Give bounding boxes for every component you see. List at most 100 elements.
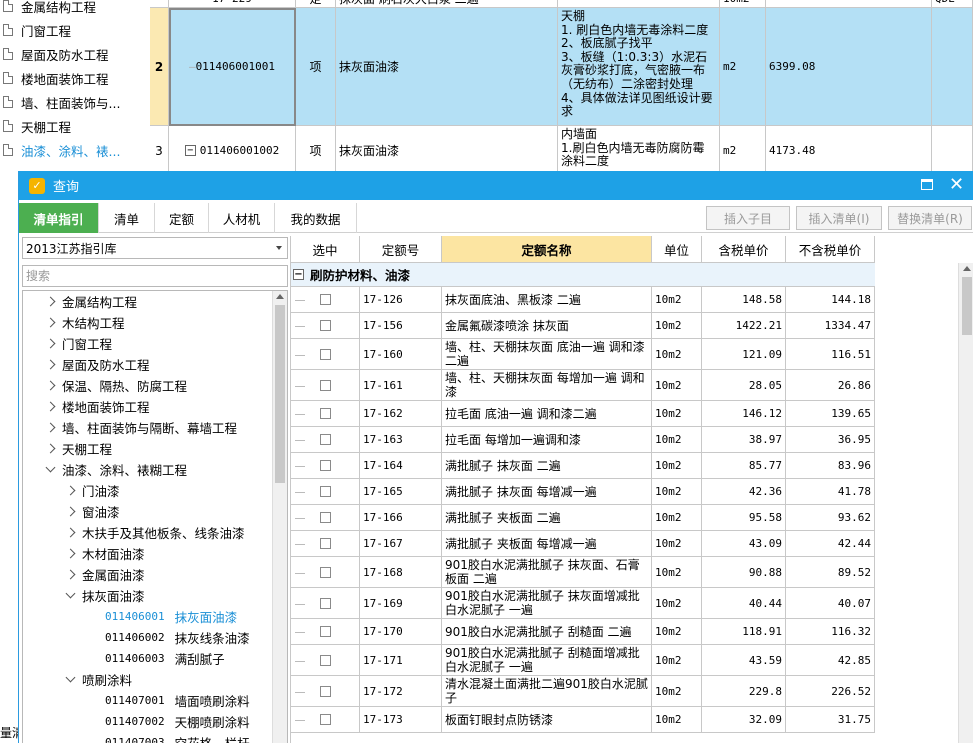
tab-labor-material[interactable]: 人材机 (209, 203, 275, 233)
row-name[interactable]: 金属氟碳漆喷涂 抹灰面 (442, 313, 652, 339)
tree-node[interactable]: 保温、隔热、防腐工程 (45, 375, 187, 396)
row-checkbox-cell[interactable] (291, 645, 360, 676)
row-checkbox-cell[interactable] (291, 287, 360, 313)
chevron-right-icon[interactable] (45, 338, 56, 349)
chevron-down-icon[interactable] (65, 588, 76, 599)
tab-quota[interactable]: 定额 (155, 203, 209, 233)
row-checkbox-cell[interactable] (291, 676, 360, 707)
col-header-select[interactable]: 选中 (291, 236, 360, 263)
replace-list-button[interactable]: 替换清单(R) (888, 206, 972, 230)
row-unit[interactable]: 10m2 (652, 557, 702, 588)
row-checkbox[interactable] (319, 654, 331, 666)
chevron-right-icon[interactable] (65, 569, 76, 580)
tree-node[interactable]: 墙、柱面装饰与隔断、幕墙工程 (45, 417, 237, 438)
row-name[interactable]: 901胶白水泥满批腻子 刮糙面增减批白水泥腻子 一遍 (442, 645, 652, 676)
row-unit[interactable]: 10m2 (652, 287, 702, 313)
bg-row-description[interactable]: 天棚 1. 刷白色内墙无毒涂料二度 2、板底腻子找平 3、板缝（1:0.3:3）… (558, 8, 720, 126)
tree-node[interactable]: 楼地面装饰工程 (45, 396, 150, 417)
row-tax-price[interactable]: 121.09 (702, 339, 786, 370)
row-name[interactable]: 墙、柱、天棚抹灰面 每增加一遍 调和漆 (442, 370, 652, 401)
row-code[interactable]: 17-166 (360, 505, 442, 531)
bg-row-kind[interactable]: 定 (296, 0, 336, 8)
row-notax-price[interactable]: 31.75 (786, 707, 875, 733)
row-checkbox-cell[interactable] (291, 479, 360, 505)
bg-row-kind[interactable]: 项 (296, 8, 336, 126)
row-tax-price[interactable]: 40.44 (702, 588, 786, 619)
row-notax-price[interactable]: 40.07 (786, 588, 875, 619)
bg-row-code[interactable]: 17-229 (169, 0, 296, 8)
row-tax-price[interactable]: 95.58 (702, 505, 786, 531)
tree-node[interactable]: 011407003 空花格、栏杆... (105, 732, 262, 743)
chevron-right-icon[interactable] (65, 548, 76, 559)
bg-row-name[interactable]: 抹灰面 刷石灰大白浆 二遍 (336, 0, 558, 8)
bg-row-num[interactable] (150, 0, 169, 8)
main-tree-item[interactable]: 油漆、涂料、裱... (0, 138, 150, 162)
chevron-right-icon[interactable] (45, 422, 56, 433)
chevron-right-icon[interactable] (45, 296, 56, 307)
row-notax-price[interactable]: 83.96 (786, 453, 875, 479)
tree-node[interactable]: 油漆、涂料、裱糊工程 (45, 459, 187, 480)
tree-node[interactable]: 011406001 抹灰面油漆 (105, 606, 237, 627)
row-notax-price[interactable]: 144.18 (786, 287, 875, 313)
row-checkbox[interactable] (319, 320, 331, 331)
tree-node[interactable]: 011407002 天棚喷刷涂料 (105, 711, 250, 732)
row-checkbox-cell[interactable] (291, 401, 360, 427)
row-checkbox[interactable] (319, 597, 331, 609)
row-name[interactable]: 满批腻子 夹板面 每增减一遍 (442, 531, 652, 557)
row-unit[interactable]: 10m2 (652, 645, 702, 676)
chevron-right-icon[interactable] (45, 380, 56, 391)
bg-row-extra[interactable] (932, 8, 973, 126)
row-checkbox[interactable] (319, 348, 331, 360)
row-unit[interactable]: 10m2 (652, 479, 702, 505)
row-notax-price[interactable]: 139.65 (786, 401, 875, 427)
main-tree-item[interactable]: 楼地面装饰工程 (0, 66, 150, 90)
row-unit[interactable]: 10m2 (652, 453, 702, 479)
row-name[interactable]: 满批腻子 夹板面 二遍 (442, 505, 652, 531)
row-notax-price[interactable]: 42.44 (786, 531, 875, 557)
row-code[interactable]: 17-172 (360, 676, 442, 707)
bg-row-extra[interactable] (932, 126, 973, 176)
collapse-icon[interactable]: − (293, 269, 304, 280)
tree-node[interactable]: 011407001 墙面喷刷涂料 (105, 690, 250, 711)
scroll-up-arrow-icon[interactable] (276, 294, 284, 299)
insert-list-button[interactable]: 插入清单(I) (796, 206, 882, 230)
main-tree-item[interactable]: 金属结构工程 (0, 0, 150, 18)
row-name[interactable]: 拉毛面 每增加一遍调和漆 (442, 427, 652, 453)
row-notax-price[interactable]: 116.32 (786, 619, 875, 645)
chevron-right-icon[interactable] (45, 317, 56, 328)
row-unit[interactable]: 10m2 (652, 313, 702, 339)
row-code[interactable]: 17-160 (360, 339, 442, 370)
tree-node[interactable]: 木结构工程 (45, 312, 125, 333)
maximize-icon[interactable] (921, 179, 933, 190)
row-checkbox-cell[interactable] (291, 505, 360, 531)
row-name[interactable]: 板面钉眼封点防锈漆 (442, 707, 652, 733)
chevron-down-icon[interactable] (45, 462, 56, 473)
row-notax-price[interactable]: 36.95 (786, 427, 875, 453)
tree-node[interactable]: 金属结构工程 (45, 291, 137, 312)
row-notax-price[interactable]: 89.52 (786, 557, 875, 588)
bg-row-description[interactable]: 内墙面 1.刷白色内墙无毒防腐防霉涂料二度 (558, 126, 720, 176)
row-name[interactable]: 满批腻子 抹灰面 每增减一遍 (442, 479, 652, 505)
bg-row-code[interactable]: −011406001002 (169, 126, 296, 176)
bg-row-name[interactable]: 抹灰面油漆 (336, 8, 558, 126)
insert-child-button[interactable]: 插入子目 (706, 206, 790, 230)
row-checkbox[interactable] (319, 486, 331, 497)
chevron-right-icon[interactable] (45, 443, 56, 454)
row-tax-price[interactable]: 1422.21 (702, 313, 786, 339)
row-checkbox-cell[interactable] (291, 339, 360, 370)
row-code[interactable]: 17-163 (360, 427, 442, 453)
row-unit[interactable]: 10m2 (652, 401, 702, 427)
bg-row-unit[interactable]: 10m2 (720, 0, 766, 8)
chevron-right-icon[interactable] (45, 401, 56, 412)
group-row[interactable]: − 刷防护材料、油漆 (291, 263, 875, 287)
tree-scroll-thumb[interactable] (275, 305, 285, 483)
row-checkbox-cell[interactable] (291, 313, 360, 339)
bg-row-quantity[interactable]: 4173.48 (766, 126, 932, 176)
tree-node[interactable]: 喷刷涂料 (65, 669, 132, 690)
row-unit[interactable]: 10m2 (652, 531, 702, 557)
row-checkbox-cell[interactable] (291, 707, 360, 733)
row-code[interactable]: 17-169 (360, 588, 442, 619)
row-checkbox-cell[interactable] (291, 588, 360, 619)
row-checkbox[interactable] (319, 434, 331, 445)
tab-list-guide[interactable]: 清单指引 (19, 203, 99, 233)
